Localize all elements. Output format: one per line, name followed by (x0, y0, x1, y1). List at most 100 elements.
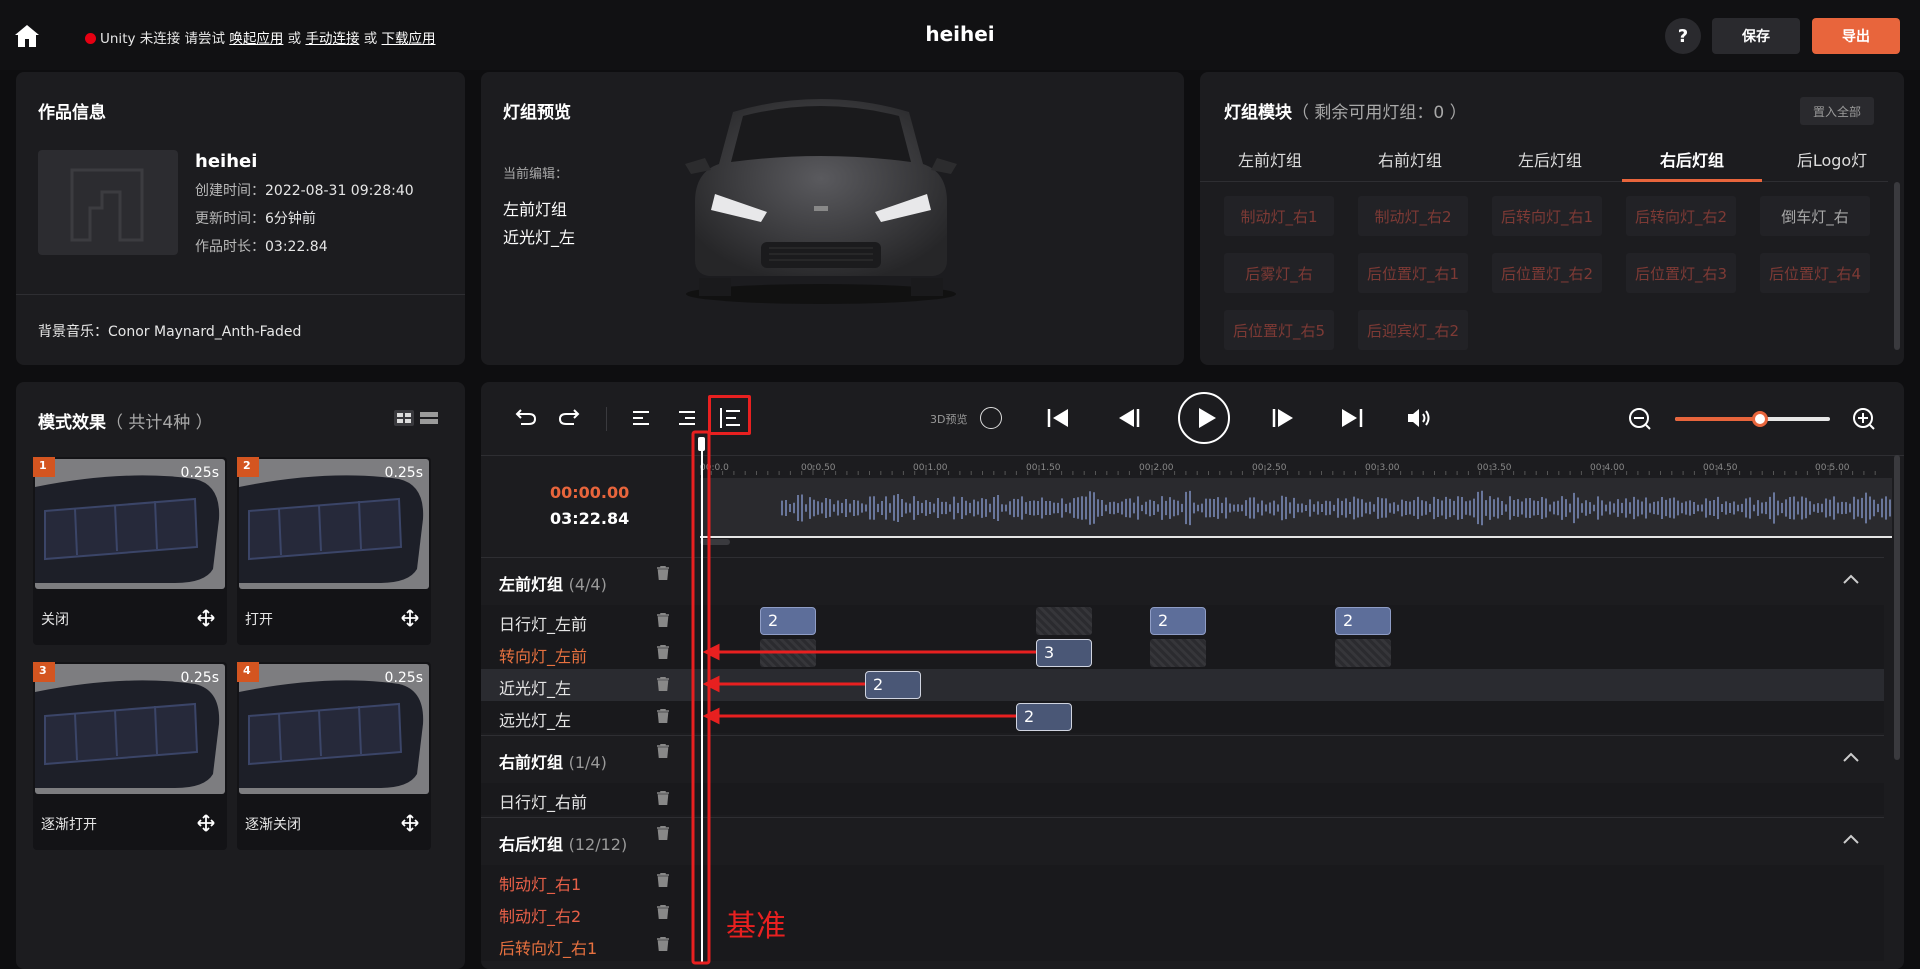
logo-placeholder-icon (70, 168, 144, 242)
pattern-duration: 0.25s (180, 670, 219, 686)
pattern-label: 关闭 (41, 612, 69, 628)
volume-icon[interactable] (1406, 407, 1434, 429)
module-chip[interactable]: 后位置灯_右3 (1626, 253, 1736, 293)
effect-clip[interactable]: 3 (1036, 639, 1092, 667)
car-preview-image (685, 99, 957, 304)
trash-icon[interactable] (657, 709, 669, 723)
skip-end-icon[interactable] (1340, 407, 1364, 429)
trash-icon[interactable] (657, 826, 669, 840)
trash-icon[interactable] (657, 613, 669, 627)
pattern-card[interactable]: 4 0.25s 逐渐关闭 (237, 662, 431, 850)
zoom-in-icon[interactable] (1852, 407, 1876, 431)
playhead[interactable] (701, 437, 703, 963)
module-chip[interactable]: 后转向灯_右1 (1492, 196, 1602, 236)
pattern-label: 打开 (245, 612, 273, 628)
module-chip[interactable]: 制动灯_右2 (1358, 196, 1468, 236)
trash-icon[interactable] (657, 677, 669, 691)
track-row[interactable]: 远光灯_左 (481, 701, 1884, 733)
effect-clip[interactable]: 2 (760, 607, 816, 635)
step-back-icon[interactable] (1116, 407, 1140, 429)
track-group-header[interactable]: 右前灯组 (1/4) (481, 735, 1884, 781)
skip-start-icon[interactable] (1046, 407, 1070, 429)
trash-icon[interactable] (657, 566, 669, 580)
timeline-scrollbar[interactable] (1894, 455, 1900, 760)
trash-icon[interactable] (657, 645, 669, 659)
track-row[interactable]: 后转向灯_右1 (481, 929, 1884, 961)
module-chip[interactable]: 后位置灯_右4 (1760, 253, 1870, 293)
effect-clip[interactable]: 2 (1150, 607, 1206, 635)
ruler-label: 00:4.50 (1703, 463, 1738, 473)
playhead-handle[interactable] (698, 437, 705, 451)
download-app-link[interactable]: 下载应用 (382, 31, 436, 47)
chevron-up-icon[interactable] (1843, 574, 1859, 584)
track-row[interactable]: 日行灯_右前 (481, 783, 1884, 815)
module-chip[interactable]: 后迎宾灯_右2 (1358, 310, 1468, 350)
step-forward-icon[interactable] (1272, 407, 1296, 429)
track-group-header[interactable]: 左前灯组 (4/4) (481, 557, 1884, 603)
pattern-card[interactable]: 3 0.25s 逐渐打开 (33, 662, 227, 850)
ruler-label: 00:1.00 (913, 463, 948, 473)
pattern-card[interactable]: 1 0.25s 关闭 (33, 457, 227, 645)
trash-icon[interactable] (657, 937, 669, 951)
play-icon (1199, 408, 1216, 428)
effect-clip[interactable]: 2 (1016, 703, 1072, 731)
pattern-duration: 0.25s (384, 670, 423, 686)
pattern-number: 3 (33, 662, 55, 682)
module-chip[interactable]: 后转向灯_右2 (1626, 196, 1736, 236)
effect-clip[interactable]: 2 (1335, 607, 1391, 635)
align-right-icon[interactable] (678, 409, 696, 427)
preview-3d-toggle[interactable] (980, 407, 1002, 429)
save-button[interactable]: 保存 (1712, 18, 1800, 54)
tab-right-rear[interactable]: 右后灯组 (1622, 144, 1762, 182)
module-chip[interactable]: 后位置灯_右2 (1492, 253, 1602, 293)
pattern-label: 逐渐打开 (41, 817, 97, 833)
trash-icon[interactable] (657, 905, 669, 919)
effect-clip[interactable]: 2 (865, 671, 921, 699)
zoom-slider[interactable] (1675, 411, 1830, 427)
align-left-icon[interactable] (632, 409, 650, 427)
track-row[interactable]: 制动灯_右1 (481, 865, 1884, 897)
home-icon[interactable] (14, 24, 40, 48)
track-row-selected[interactable]: 近光灯_左 (481, 669, 1884, 701)
module-scrollbar[interactable] (1894, 182, 1900, 350)
created-time: 创建时间：2022-08-31 09:28:40 (195, 183, 414, 199)
tab-right-front[interactable]: 右前灯组 (1340, 144, 1480, 182)
grid-view-icon[interactable] (394, 410, 414, 426)
tab-rear-logo[interactable]: 后Logo灯 (1762, 144, 1902, 182)
drag-move-icon[interactable] (197, 609, 215, 627)
export-button[interactable]: 导出 (1812, 18, 1900, 54)
module-chip[interactable]: 后位置灯_右1 (1358, 253, 1468, 293)
trash-icon[interactable] (657, 791, 669, 805)
tab-left-front[interactable]: 左前灯组 (1200, 144, 1340, 182)
drag-move-icon[interactable] (401, 609, 419, 627)
module-chip[interactable]: 倒车灯_右 (1760, 196, 1870, 236)
undo-icon[interactable] (515, 407, 537, 427)
module-chip[interactable]: 后雾灯_右 (1224, 253, 1334, 293)
set-all-button[interactable]: 置入全部 (1800, 97, 1874, 125)
wake-app-link[interactable]: 唤起应用 (229, 31, 283, 47)
drag-move-icon[interactable] (197, 814, 215, 832)
trash-icon[interactable] (657, 744, 669, 758)
preview-3d-label: 3D预览 (930, 413, 968, 426)
pattern-card[interactable]: 2 0.25s 打开 (237, 457, 431, 645)
redo-icon[interactable] (558, 407, 580, 427)
chevron-up-icon[interactable] (1843, 834, 1859, 844)
status-dot-icon (85, 33, 96, 44)
ruler-label: 00:2.00 (1139, 463, 1174, 473)
zoom-out-icon[interactable] (1628, 407, 1652, 431)
help-button[interactable]: ? (1665, 18, 1701, 54)
chevron-up-icon[interactable] (1843, 752, 1859, 762)
current-light: 近光灯_左 (503, 228, 576, 247)
play-button[interactable] (1178, 392, 1230, 444)
work-thumbnail (38, 150, 178, 255)
drag-move-icon[interactable] (401, 814, 419, 832)
trash-icon[interactable] (657, 873, 669, 887)
waveform-scrollbar[interactable] (700, 539, 730, 545)
track-row[interactable]: 制动灯_右2 (481, 897, 1884, 929)
track-group-header[interactable]: 右后灯组 (12/12) (481, 817, 1884, 863)
module-chip[interactable]: 制动灯_右1 (1224, 196, 1334, 236)
module-chip[interactable]: 后位置灯_右5 (1224, 310, 1334, 350)
tab-left-rear[interactable]: 左后灯组 (1480, 144, 1620, 182)
manual-connect-link[interactable]: 手动连接 (305, 31, 359, 47)
list-view-icon[interactable] (420, 410, 438, 426)
